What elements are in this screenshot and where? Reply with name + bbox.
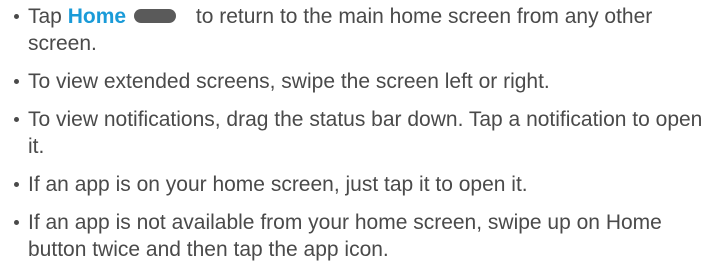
home-button-pill-icon (134, 8, 177, 23)
home-highlight: Home (67, 5, 127, 28)
item-text: To view notifications, drag the status b… (28, 108, 703, 158)
bullet-dot-icon (14, 182, 19, 187)
bullet-dot-icon (14, 79, 19, 84)
item-text: To view extended screens, swipe the scre… (28, 70, 550, 93)
list-item-app-home: If an app is on your home screen, just t… (12, 171, 706, 198)
list-item-extended-screens: To view extended screens, swipe the scre… (12, 68, 706, 95)
list-item-home: Tap Home to return to the main home scre… (12, 3, 706, 57)
bullet-dot-icon (14, 220, 19, 225)
item-text: If an app is not available from your hom… (28, 211, 662, 261)
list-item-notifications: To view notifications, drag the status b… (12, 106, 706, 160)
list-item-app-unavailable: If an app is not available from your hom… (12, 209, 706, 263)
bullet-dot-icon (14, 14, 19, 19)
bullet-dot-icon (14, 117, 19, 122)
item-text-prefix: Tap (28, 5, 68, 28)
instruction-list: Tap Home to return to the main home scre… (12, 3, 706, 274)
item-text: If an app is on your home screen, just t… (28, 173, 528, 196)
